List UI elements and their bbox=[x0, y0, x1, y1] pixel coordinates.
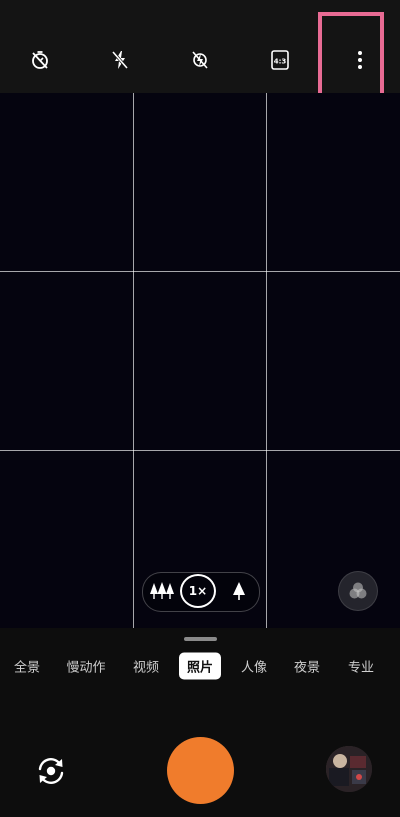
camera-viewfinder[interactable] bbox=[0, 93, 400, 628]
zoom-1x-button[interactable]: 1× bbox=[180, 574, 216, 608]
single-tree-icon[interactable] bbox=[230, 580, 248, 602]
mode-video[interactable]: 视频 bbox=[133, 657, 159, 676]
gallery-preview-image bbox=[326, 746, 372, 792]
grid-line bbox=[133, 93, 134, 628]
svg-text:4:3: 4:3 bbox=[274, 58, 287, 66]
mode-photo[interactable]: 照片 bbox=[178, 652, 222, 680]
hdr-off-icon bbox=[192, 51, 208, 69]
more-options-button[interactable] bbox=[344, 44, 376, 76]
drawer-handle[interactable] bbox=[184, 637, 217, 641]
grid-line bbox=[0, 271, 400, 272]
grid-line bbox=[266, 93, 267, 628]
timer-off-button[interactable] bbox=[24, 44, 56, 76]
top-toolbar: 4:3 bbox=[0, 0, 400, 93]
switch-camera-icon bbox=[38, 758, 64, 784]
filter-button[interactable] bbox=[338, 571, 378, 611]
grid-line bbox=[0, 450, 400, 451]
gallery-thumbnail[interactable] bbox=[326, 746, 372, 792]
tree-group-icon[interactable] bbox=[150, 580, 174, 602]
flash-off-icon bbox=[111, 51, 129, 69]
flash-off-button[interactable] bbox=[104, 44, 136, 76]
mode-slow-motion[interactable]: 慢动作 bbox=[66, 657, 105, 676]
mode-night[interactable]: 夜景 bbox=[294, 657, 320, 676]
timer-off-icon bbox=[32, 51, 48, 69]
mode-portrait[interactable]: 人像 bbox=[241, 657, 267, 676]
hdr-off-button[interactable] bbox=[184, 44, 216, 76]
aspect-ratio-icon: 4:3 bbox=[271, 50, 289, 70]
filter-icon bbox=[349, 582, 367, 599]
aspect-ratio-button[interactable]: 4:3 bbox=[264, 44, 296, 76]
mode-pro[interactable]: 专业 bbox=[348, 657, 374, 676]
more-options-icon bbox=[358, 51, 362, 69]
mode-panorama[interactable]: 全景 bbox=[14, 657, 40, 676]
shutter-button[interactable] bbox=[167, 737, 234, 804]
switch-camera-button[interactable] bbox=[32, 752, 70, 790]
